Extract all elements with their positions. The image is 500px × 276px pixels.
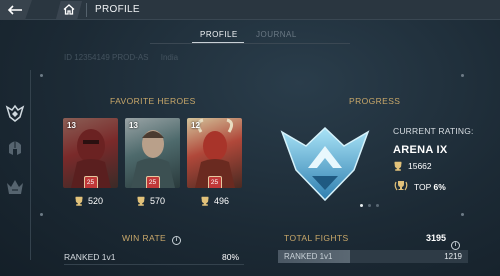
helmet-icon [9,141,21,155]
crown-icon [7,180,23,194]
frame-dot [461,74,464,77]
arena-emblem-icon [5,104,25,122]
hero-rank-badge: 25 [207,176,222,188]
hero-trophies: 520 [74,196,103,206]
hero-card[interactable]: 13 25 [125,118,180,188]
rating-row: 15662 [393,161,432,171]
total-fights-info: i [451,233,460,251]
hero-level: 13 [67,121,76,130]
info-icon[interactable]: i [451,241,460,250]
player-region: India [160,53,179,62]
rail-item-rating[interactable] [5,103,25,123]
top-label: TOP [414,182,432,192]
pager-dot[interactable] [376,204,379,207]
trophy-icon [201,196,209,206]
frame-dot [461,213,464,216]
home-icon [63,4,75,15]
rail-item-heroes[interactable] [5,137,25,157]
fights-bar-value: 1219 [444,252,462,261]
rail-divider [30,70,31,260]
arrow-left-icon [7,5,22,15]
arena-name: ARENA IX [393,144,448,156]
laurel-trophy-icon [394,181,408,191]
player-id-row: ID 12354149 PROD-AS India [64,53,188,62]
home-button[interactable] [56,1,82,19]
current-rating-label: CURRENT RATING: [393,126,474,136]
hero-trophies: 570 [136,196,165,206]
trophy-icon [137,196,145,206]
hero-trophy-count: 496 [214,196,230,206]
back-button[interactable] [0,0,32,20]
win-rate-header: WIN RATE i [122,233,182,245]
top-bar: PROFILE [0,0,500,20]
hero-card[interactable]: 12 25 [187,118,242,188]
hero-card[interactable]: 13 25 [63,118,118,188]
tab-journal[interactable]: JOURNAL [256,30,297,39]
hero-level: 13 [129,121,138,130]
hero-trophies: 496 [200,196,229,206]
progress-title: PROGRESS [349,96,401,106]
hero-level: 12 [191,121,200,130]
win-rate-value: 80% [222,252,240,262]
fights-bar-label: RANKED 1v1 [284,252,333,261]
trophy-icon [75,196,83,206]
info-icon[interactable]: i [172,236,182,245]
arena-emblem [280,126,370,202]
total-fights-title: TOTAL FIGHTS [284,233,349,243]
top-value: 6% [433,182,446,192]
rail-item-clan[interactable] [5,177,25,197]
pager-dot-active[interactable] [360,204,363,207]
top-percent-row: TOP 6% [393,180,446,192]
win-rate-title: WIN RATE [122,233,167,243]
row-divider [64,264,244,265]
player-id: ID 12354149 PROD-AS [64,53,149,62]
total-fights-value: 3195 [426,233,447,243]
trophy-icon [394,161,402,171]
hero-rank-badge: 25 [145,176,160,188]
win-rate-mode: RANKED 1v1 [64,252,116,262]
breadcrumb-separator [86,3,87,17]
pager-dot[interactable] [368,204,371,207]
frame-dot [40,213,43,216]
tab-profile[interactable]: PROFILE [200,30,238,39]
hero-rank-badge: 25 [83,176,98,188]
hero-trophy-count: 520 [88,196,104,206]
fights-bar: RANKED 1v1 1219 [278,250,468,263]
page-title: PROFILE [95,4,140,15]
tab-divider [150,43,350,44]
hero-trophy-count: 570 [150,196,166,206]
frame-dot [40,74,43,77]
favorite-heroes-title: FAVORITE HEROES [110,96,196,106]
rating-value: 15662 [408,161,432,171]
